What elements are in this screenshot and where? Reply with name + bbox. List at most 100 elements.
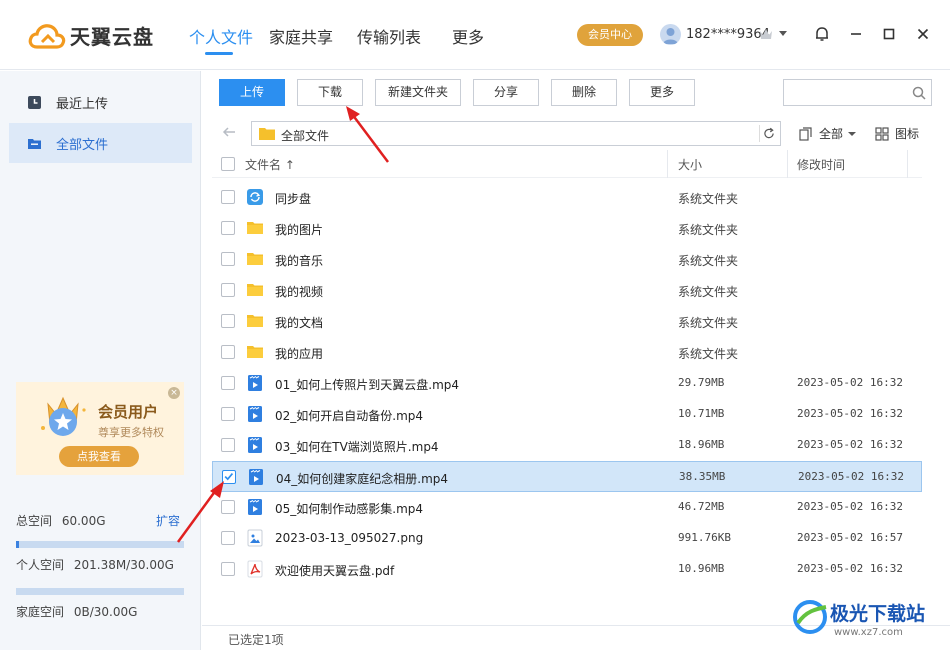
- vip-promo-banner[interactable]: × 会员用户 尊享更多特权 点我查看: [16, 382, 184, 475]
- file-size: 991.76KB: [678, 531, 731, 544]
- table-row[interactable]: 05_如何制作动感影集.mp4 46.72MB 2023-05-02 16:32: [212, 492, 922, 523]
- table-row[interactable]: 2023-03-13_095027.png 991.76KB 2023-05-02 …: [212, 523, 922, 554]
- delete-button[interactable]: 删除: [551, 79, 617, 106]
- row-checkbox[interactable]: [221, 190, 235, 204]
- new-folder-button[interactable]: 新建文件夹: [375, 79, 461, 106]
- row-checkbox[interactable]: [221, 500, 235, 514]
- search-icon[interactable]: [911, 85, 927, 101]
- column-divider[interactable]: [787, 150, 788, 178]
- row-checkbox[interactable]: [221, 252, 235, 266]
- table-row[interactable]: 01_如何上传照片到天翼云盘.mp4 29.79MB 2023-05-02 16:3…: [212, 368, 922, 399]
- breadcrumb: 全部文件: [281, 129, 330, 143]
- table-row[interactable]: 我的图片 系统文件夹: [212, 213, 922, 244]
- upload-button[interactable]: 上传: [219, 79, 285, 106]
- row-checkbox[interactable]: [221, 562, 235, 576]
- maximize-icon[interactable]: [880, 25, 898, 43]
- file-name[interactable]: 同步盘: [275, 190, 311, 207]
- column-header-modified[interactable]: 修改时间: [797, 156, 845, 173]
- table-row[interactable]: 04_如何创建家庭纪念相册.mp4 38.35MB 2023-05-02 16:32: [212, 461, 922, 492]
- tab-personal-files[interactable]: 个人文件: [189, 24, 253, 48]
- tab-family-share[interactable]: 家庭共享: [269, 24, 333, 48]
- file-name[interactable]: 我的音乐: [275, 252, 323, 269]
- title-bar: 天翼云盘 个人文件 家庭共享 传输列表 更多 会员中心 182****9364: [0, 0, 950, 70]
- column-header-size[interactable]: 大小: [678, 156, 702, 173]
- file-size: 系统文件夹: [678, 192, 739, 206]
- sidebar: 最近上传 全部文件 × 会员用户 尊享更多特权 点我查看 总空间 60.00G …: [0, 71, 201, 650]
- tab-more[interactable]: 更多: [452, 24, 484, 48]
- selection-status: 已选定1项: [228, 633, 284, 647]
- select-all-checkbox[interactable]: [221, 157, 235, 171]
- video-file-icon: [248, 406, 262, 422]
- file-modified-time: 2023-05-02 16:32: [797, 500, 903, 513]
- bell-icon[interactable]: [813, 25, 831, 43]
- table-row[interactable]: 欢迎使用天翼云盘.pdf 10.96MB 2023-05-02 16:32: [212, 554, 922, 585]
- total-space: 总空间 60.00G: [16, 512, 106, 529]
- user-icon: [663, 28, 678, 44]
- row-checkbox[interactable]: [222, 470, 236, 484]
- table-row[interactable]: 03_如何在TV端浏览照片.mp4 18.96MB 2023-05-02 16:32: [212, 430, 922, 461]
- row-checkbox[interactable]: [221, 531, 235, 545]
- file-size: 29.79MB: [678, 376, 725, 389]
- sidebar-item-all-files[interactable]: 全部文件: [9, 123, 192, 163]
- row-checkbox[interactable]: [221, 221, 235, 235]
- file-name[interactable]: 01_如何上传照片到天翼云盘.mp4: [275, 376, 459, 393]
- file-name[interactable]: 欢迎使用天翼云盘.pdf: [275, 562, 394, 579]
- close-icon[interactable]: [914, 25, 932, 43]
- column-divider[interactable]: [907, 150, 908, 178]
- file-name[interactable]: 05_如何制作动感影集.mp4: [275, 500, 423, 517]
- column-divider[interactable]: [667, 150, 668, 178]
- row-checkbox[interactable]: [221, 314, 235, 328]
- family-space-bar: [16, 588, 184, 595]
- tab-transfer-list[interactable]: 传输列表: [357, 24, 421, 48]
- more-button[interactable]: 更多: [629, 79, 695, 106]
- table-row[interactable]: 02_如何开启自动备份.mp4 10.71MB 2023-05-02 16:32: [212, 399, 922, 430]
- file-name[interactable]: 我的图片: [275, 221, 323, 238]
- folder-icon: [247, 315, 263, 327]
- file-modified-time: 2023-05-02 16:32: [797, 438, 903, 451]
- filter-dropdown[interactable]: 全部: [799, 125, 857, 142]
- table-row[interactable]: 我的视频 系统文件夹: [212, 275, 922, 306]
- table-row[interactable]: 我的应用 系统文件夹: [212, 337, 922, 368]
- table-row[interactable]: 我的音乐 系统文件夹: [212, 244, 922, 275]
- row-checkbox[interactable]: [221, 283, 235, 297]
- file-name[interactable]: 04_如何创建家庭纪念相册.mp4: [276, 470, 448, 487]
- row-checkbox[interactable]: [221, 345, 235, 359]
- file-name[interactable]: 02_如何开启自动备份.mp4: [275, 407, 423, 424]
- download-button[interactable]: 下载: [297, 79, 363, 106]
- personal-space-value: 201.38M/30.00G: [73, 558, 174, 572]
- back-arrow-icon[interactable]: [221, 124, 237, 140]
- file-name[interactable]: 我的文档: [275, 314, 323, 331]
- table-row[interactable]: 我的文档 系统文件夹: [212, 306, 922, 337]
- view-mode-toggle[interactable]: 图标: [875, 125, 919, 142]
- avatar[interactable]: [660, 24, 681, 45]
- close-promo-icon[interactable]: ×: [168, 387, 180, 399]
- file-size: 38.35MB: [679, 470, 726, 483]
- row-checkbox[interactable]: [221, 438, 235, 452]
- file-name[interactable]: 2023-03-13_095027.png: [275, 531, 423, 545]
- sidebar-item-recent-uploads[interactable]: 最近上传: [9, 82, 192, 122]
- refresh-icon[interactable]: [759, 125, 776, 142]
- family-space: 家庭空间 0B/30.00G: [16, 603, 137, 620]
- search-input[interactable]: [783, 79, 932, 106]
- folder-icon: [247, 253, 263, 265]
- minimize-icon[interactable]: [847, 25, 865, 43]
- file-name[interactable]: 我的视频: [275, 283, 323, 300]
- username[interactable]: 182****9364: [686, 27, 770, 42]
- expand-storage-link[interactable]: 扩容: [156, 512, 180, 529]
- share-button[interactable]: 分享: [473, 79, 539, 106]
- row-checkbox[interactable]: [221, 376, 235, 390]
- path-bar[interactable]: 全部文件: [251, 121, 781, 146]
- file-modified-time: 2023-05-02 16:57: [797, 531, 903, 544]
- vip-center-button[interactable]: 会员中心: [577, 24, 643, 46]
- file-name[interactable]: 03_如何在TV端浏览照片.mp4: [275, 438, 439, 455]
- row-checkbox[interactable]: [221, 407, 235, 421]
- promo-view-button[interactable]: 点我查看: [59, 446, 139, 467]
- file-name[interactable]: 我的应用: [275, 345, 323, 362]
- column-header-name[interactable]: 文件名 ↑: [245, 156, 295, 173]
- chevron-down-icon[interactable]: [779, 31, 787, 36]
- family-space-label: 家庭空间: [16, 605, 65, 619]
- personal-space-fill: [16, 541, 20, 548]
- view-mode-label: 图标: [895, 127, 920, 141]
- file-size: 46.72MB: [678, 500, 725, 513]
- table-row[interactable]: 同步盘 系统文件夹: [212, 182, 922, 213]
